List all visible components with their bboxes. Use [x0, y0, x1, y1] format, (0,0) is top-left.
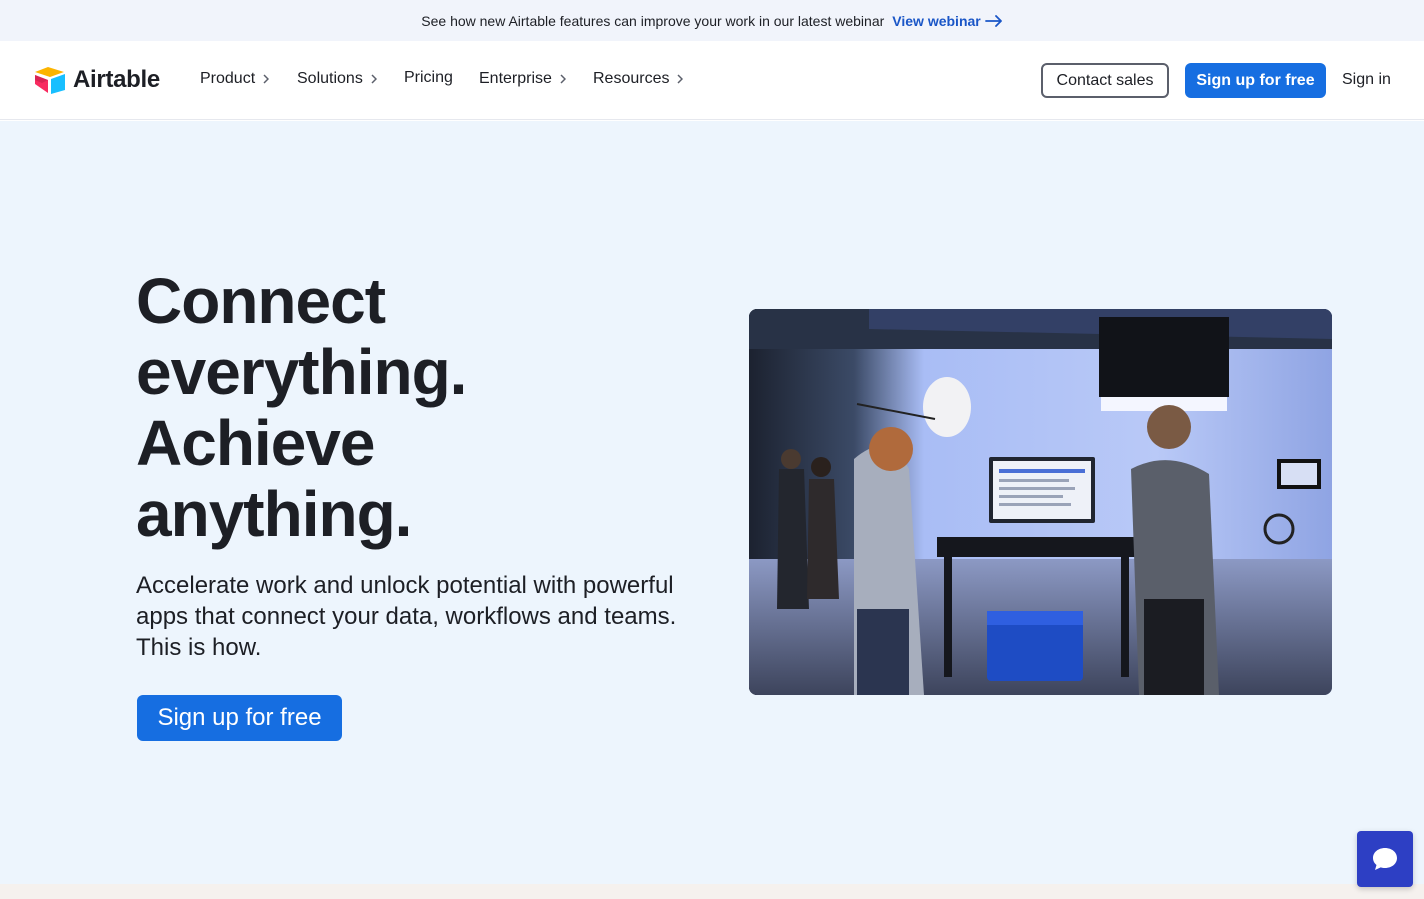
airtable-logo[interactable]: Airtable: [33, 66, 160, 94]
headline-line: Connect: [136, 265, 386, 337]
airtable-logo-icon: [35, 67, 65, 94]
studio-scene-illustration: [749, 309, 1332, 695]
view-webinar-link[interactable]: View webinar: [892, 13, 1002, 29]
headline-line: everything.: [136, 336, 467, 408]
chat-bubble-icon: [1373, 848, 1397, 870]
view-webinar-label: View webinar: [892, 12, 981, 29]
headline-line: anything.: [136, 478, 412, 550]
hero-photo: [749, 309, 1332, 695]
headline-line: Achieve: [136, 407, 375, 479]
nav-item-label: Product: [200, 70, 256, 87]
signin-link[interactable]: Sign in: [1342, 71, 1391, 89]
nav-item-label: Pricing: [404, 69, 453, 86]
nav-item-enterprise[interactable]: Enterprise: [479, 70, 566, 88]
arrow-right-icon: [984, 14, 1002, 27]
chevron-right-icon: [560, 74, 566, 84]
nav-item-resources[interactable]: Resources: [593, 70, 684, 88]
hero-section: Connect everything. Achieve anything. Ac…: [0, 121, 1424, 884]
chevron-right-icon: [263, 74, 270, 84]
main-navigation: Airtable Product Solutions Pricing Enter…: [0, 41, 1424, 120]
banner-text: See how new Airtable features can improv…: [421, 12, 885, 29]
hero-subtitle: Accelerate work and unlock potential wit…: [136, 572, 677, 661]
nav-item-label: Enterprise: [479, 70, 552, 87]
chevron-right-icon: [371, 74, 377, 84]
logo-wordmark: Airtable: [73, 66, 160, 93]
announcement-banner: See how new Airtable features can improv…: [0, 0, 1424, 41]
chevron-right-icon: [677, 74, 684, 84]
hero-headline: Connect everything. Achieve anything.: [136, 265, 467, 550]
nav-item-label: Resources: [593, 70, 670, 87]
nav-item-product[interactable]: Product: [200, 70, 270, 88]
signup-button[interactable]: Sign up for free: [1185, 63, 1326, 98]
hero-signup-button[interactable]: Sign up for free: [137, 695, 342, 741]
contact-sales-button[interactable]: Contact sales: [1041, 63, 1169, 98]
chat-widget-button[interactable]: [1357, 831, 1413, 887]
nav-item-solutions[interactable]: Solutions: [297, 70, 377, 88]
nav-item-pricing[interactable]: Pricing: [404, 69, 453, 87]
next-section-edge: [0, 884, 1424, 899]
nav-item-label: Solutions: [297, 70, 363, 87]
